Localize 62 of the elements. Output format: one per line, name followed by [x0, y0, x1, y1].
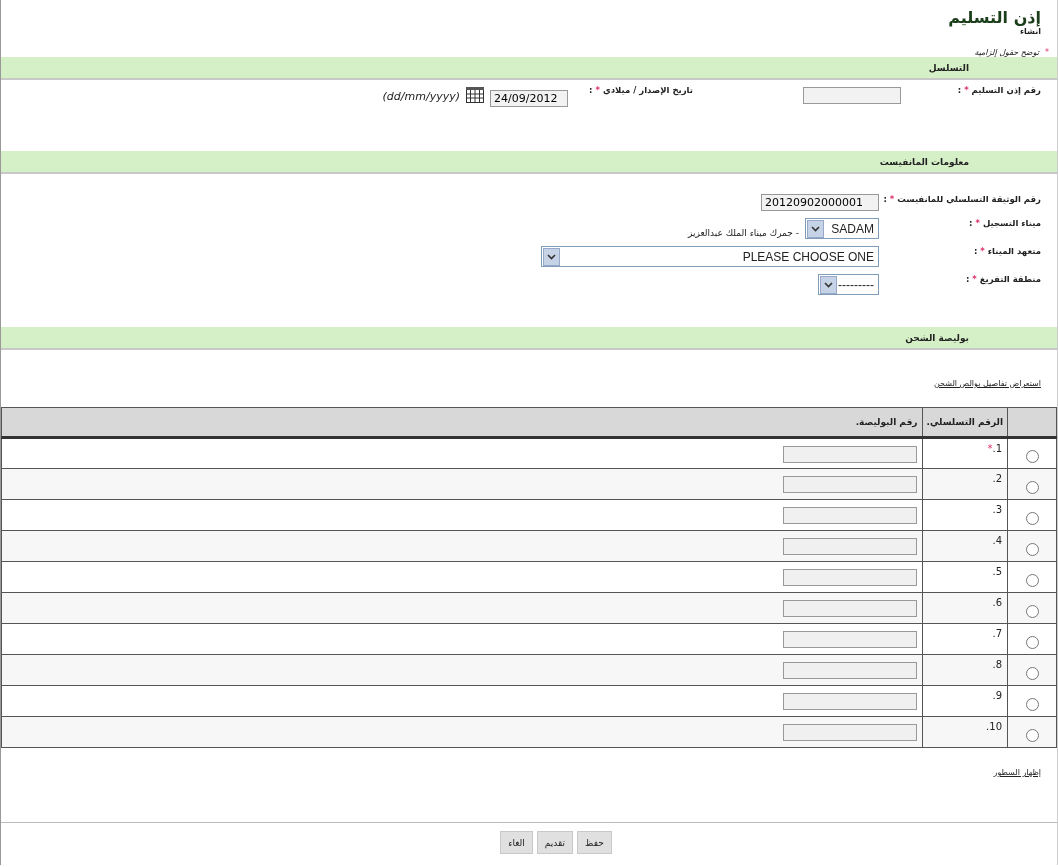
caret-icon	[811, 225, 820, 232]
text-field[interactable]	[782, 569, 917, 586]
caret-icon	[547, 253, 556, 260]
form-button[interactable]: تقديم	[536, 831, 574, 854]
field-label: رقم الوثيقة التسلسلي للمانفيست * :	[882, 194, 1041, 204]
form-button[interactable]: حفظ	[577, 831, 612, 854]
radio-button[interactable]	[1025, 697, 1039, 711]
bill-details-link[interactable]: استعراض تفاصيل بوالص الشحن	[934, 379, 1041, 388]
port-name: - جمرك ميناء الملك عبدالعزيز	[688, 227, 799, 238]
calendar-icon[interactable]	[466, 87, 484, 103]
radio-button[interactable]	[1025, 728, 1039, 742]
radio-button[interactable]	[1025, 511, 1039, 525]
dropdown[interactable]: ---------	[818, 274, 879, 295]
text-field[interactable]	[782, 538, 917, 555]
required-mark: *	[987, 443, 993, 454]
show-rows-link[interactable]: إظهار السطور	[993, 768, 1041, 777]
row-number: 4.	[992, 535, 1002, 546]
text-field[interactable]	[782, 662, 917, 679]
row-number: 6.	[992, 597, 1002, 608]
row-number: 1.	[992, 443, 1002, 454]
form-button[interactable]: الغاء	[500, 831, 533, 854]
required-note: * توضح حقول إلزامية	[973, 48, 1049, 57]
row-number: 10.	[986, 721, 1002, 732]
text-field[interactable]: 20120902000001	[761, 194, 879, 211]
radio-button[interactable]	[1025, 573, 1039, 587]
column-header: الرقم التسلسلي.	[922, 407, 1008, 438]
radio-button[interactable]	[1025, 542, 1039, 556]
radio-button[interactable]	[1025, 635, 1039, 649]
text-field[interactable]	[782, 724, 917, 741]
date-field[interactable]: 24/09/2012	[490, 90, 568, 107]
radio-button[interactable]	[1025, 666, 1039, 680]
page-subtitle: انشاء	[1020, 27, 1041, 36]
dropdown[interactable]: SADAM	[805, 218, 879, 239]
row-number: 2.	[992, 473, 1002, 484]
radio-button[interactable]	[1025, 450, 1039, 463]
text-field[interactable]	[803, 87, 901, 104]
text-field[interactable]	[782, 693, 917, 710]
text-field[interactable]	[782, 445, 917, 463]
field-label: منطقة التفريغ * :	[964, 274, 1041, 284]
dropdown[interactable]: PLEASE CHOOSE ONE	[541, 246, 879, 267]
column-header: رقم البوليصة.	[1, 407, 922, 438]
row-number: 3.	[992, 504, 1002, 515]
radio-button[interactable]	[1025, 604, 1039, 618]
text-field[interactable]	[782, 507, 917, 524]
field-label: متعهد الميناء * :	[972, 246, 1041, 256]
row-number: 9.	[992, 690, 1002, 701]
field-label: تاريخ الإصدار / ميلادي * :	[588, 85, 693, 95]
section-header: التسلسل	[1, 57, 1057, 80]
field-label: ميناء التسجيل * :	[968, 218, 1041, 228]
row-number: 8.	[992, 659, 1002, 670]
section-header: بوليصة الشحن	[1, 327, 1057, 350]
text-field[interactable]	[782, 476, 917, 493]
field-label: رقم إذن التسليم * :	[956, 85, 1041, 95]
date-format-hint: (dd/mm/yyyy)	[382, 90, 460, 103]
page-title: إذن التسليم	[948, 8, 1041, 27]
radio-button[interactable]	[1025, 480, 1039, 494]
section-header: معلومات المانفيست	[1, 151, 1057, 174]
text-field[interactable]	[782, 600, 917, 617]
caret-icon	[824, 281, 833, 288]
row-number: 7.	[992, 628, 1002, 639]
text-field[interactable]	[782, 631, 917, 648]
row-number: 5.	[992, 566, 1002, 577]
